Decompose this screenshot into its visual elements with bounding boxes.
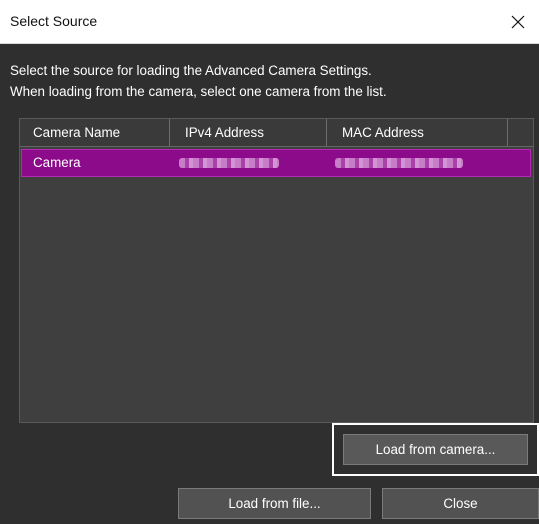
close-window-button[interactable] — [497, 0, 539, 44]
camera-name-cell: Camera — [33, 155, 81, 170]
instructions-line-2: When loading from the camera, select one… — [10, 84, 387, 99]
load-from-file-button[interactable]: Load from file... — [178, 488, 371, 519]
close-button[interactable]: Close — [382, 488, 539, 519]
camera-list[interactable]: Camera Name IPv4 Address MAC Address Cam… — [19, 118, 534, 423]
column-header-mac-address[interactable]: MAC Address — [327, 119, 508, 146]
title-bar: Select Source — [0, 0, 539, 44]
load-from-camera-button[interactable]: Load from camera... — [343, 434, 528, 465]
load-from-camera-button-focus[interactable]: Load from camera... — [332, 423, 539, 476]
ipv4-address-cell-redacted — [179, 158, 279, 168]
mac-address-cell-redacted — [335, 158, 463, 168]
list-header: Camera Name IPv4 Address MAC Address — [20, 119, 533, 147]
close-icon — [511, 15, 525, 29]
instructions: Select the source for loading the Advanc… — [10, 60, 530, 102]
select-source-dialog: Select Source Select the source for load… — [0, 0, 539, 524]
instructions-line-1: Select the source for loading the Advanc… — [10, 63, 372, 78]
window-title: Select Source — [10, 13, 98, 29]
column-header-ipv4-address[interactable]: IPv4 Address — [170, 119, 327, 146]
column-header-camera-name[interactable]: Camera Name — [20, 119, 170, 146]
camera-row[interactable]: Camera — [21, 149, 531, 177]
column-header-extra — [508, 119, 533, 146]
